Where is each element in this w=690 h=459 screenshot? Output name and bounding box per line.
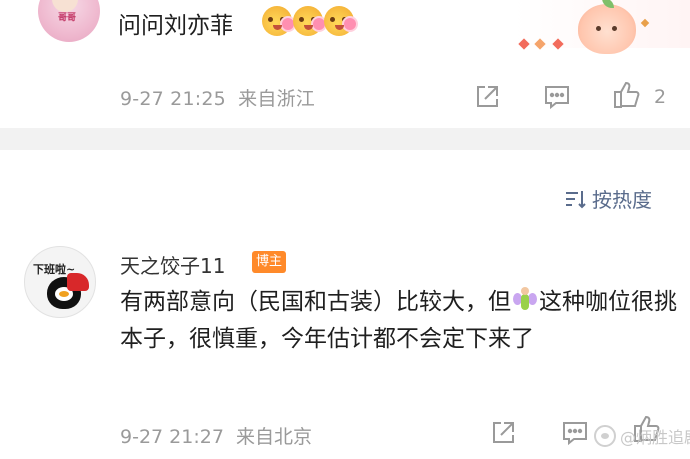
sort-icon (566, 190, 586, 208)
comment-button[interactable] (542, 82, 572, 112)
avatar[interactable]: 下班啦~ (24, 246, 96, 318)
comment-text-part1: 有两部意向（民国和古装）比较大，但 (120, 289, 511, 315)
watermark-text: @炳胜追剧 (620, 428, 690, 447)
avatar-sticker-text: 哥哥 (58, 13, 77, 23)
comment-item-top: 哥哥 问问刘亦菲 9-27 21:25 来自浙江 2 (0, 0, 690, 128)
author-badge: 博主 (252, 251, 287, 273)
comment-time: 9-27 21:27 (120, 426, 224, 448)
flower-face-emoji-icon (262, 6, 294, 36)
emoji-row (262, 6, 356, 36)
comment-text: 有两部意向（民国和古装）比较大，但 这种咖位很挑本子，很慎重，今年估计都不会定下来… (120, 284, 680, 358)
comment-icon (563, 422, 587, 446)
flower-face-emoji-icon (293, 6, 325, 36)
avatar[interactable]: 哥哥 (38, 0, 100, 42)
comment-time: 9-27 21:25 (120, 88, 226, 110)
share-icon (477, 86, 498, 107)
avatar-beak (59, 291, 69, 297)
peach-mascot-icon (578, 0, 650, 54)
sort-toggle[interactable]: 按热度 (564, 184, 652, 213)
section-divider (0, 128, 690, 150)
comment-location: 来自浙江 (238, 88, 315, 110)
comment-meta: 9-27 21:27 来自北京 (120, 422, 312, 449)
weibo-logo-icon (594, 425, 616, 447)
avatar-hat (67, 273, 89, 291)
comment-meta: 9-27 21:25 来自浙江 (120, 84, 315, 111)
share-icon (493, 422, 514, 443)
thumbs-up-icon (614, 81, 640, 108)
fairy-emoji-icon (512, 287, 538, 313)
comment-button[interactable] (560, 418, 590, 448)
like-button[interactable] (612, 80, 642, 110)
share-button[interactable] (488, 418, 518, 448)
decoration-dots (518, 38, 590, 50)
sort-label: 按热度 (592, 188, 652, 212)
share-button[interactable] (472, 82, 502, 112)
username[interactable]: 天之饺子11 (120, 250, 225, 279)
flower-face-emoji-icon (324, 6, 356, 36)
like-count: 2 (654, 86, 667, 108)
comment-location: 来自北京 (235, 426, 312, 448)
watermark: @炳胜追剧 (594, 424, 690, 448)
comment-icon (545, 86, 569, 110)
comment-text: 问问刘亦菲 (118, 13, 233, 39)
